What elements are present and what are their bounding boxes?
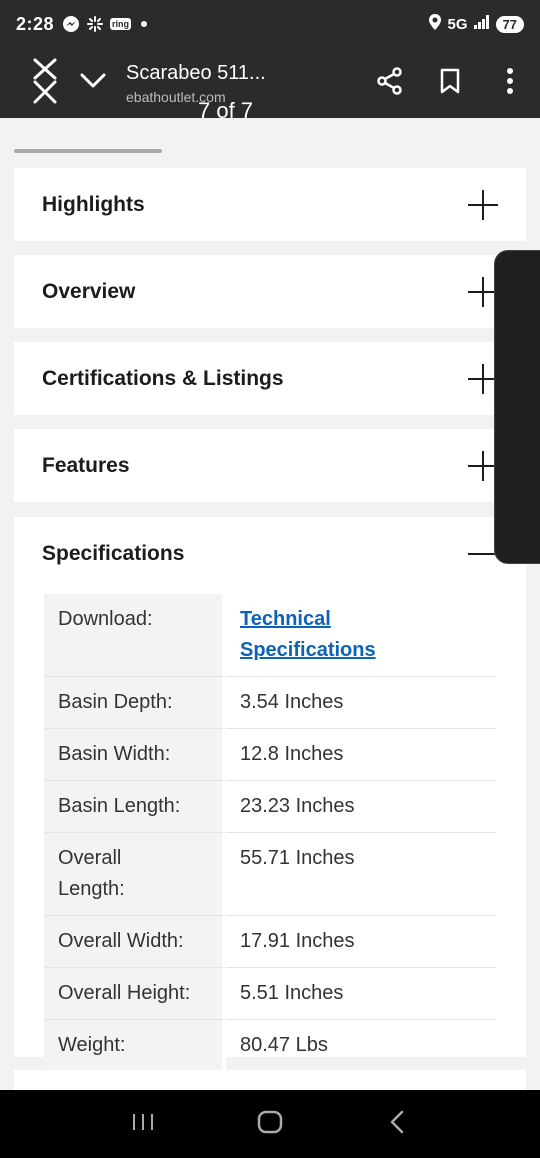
close-icon <box>31 56 59 111</box>
section-header-features[interactable]: Features <box>14 429 526 502</box>
dot-icon <box>141 21 148 27</box>
table-row: Overall Length: 55.71 Inches <box>44 833 496 916</box>
spec-value: 5.51 Inches <box>226 968 496 1020</box>
share-button[interactable] <box>360 48 420 118</box>
section-specifications: Specifications Download: Technical Specif… <box>14 517 526 1072</box>
more-vertical-icon <box>506 67 514 99</box>
status-bar: 2:28 ring 5G 77 <box>0 0 540 48</box>
spec-label: Download: <box>44 594 226 677</box>
section-header-specifications[interactable]: Specifications <box>14 517 526 590</box>
location-icon <box>428 13 442 35</box>
table-row: Basin Depth: 3.54 Inches <box>44 677 496 729</box>
recent-apps-button[interactable] <box>113 1099 173 1149</box>
more-options-button[interactable] <box>480 48 540 118</box>
spec-label: Basin Width: <box>44 729 226 781</box>
close-button[interactable] <box>0 48 90 118</box>
section-highlights: Highlights <box>14 168 526 241</box>
page-title: Scarabeo 511... <box>126 61 266 84</box>
share-icon <box>376 66 404 100</box>
section-header-overview[interactable]: Overview <box>14 255 526 328</box>
system-navigation-bar <box>0 1090 540 1158</box>
spec-label: Overall Width: <box>44 916 226 968</box>
section-title: Specifications <box>42 541 185 565</box>
home-button[interactable] <box>240 1099 300 1149</box>
bookmark-button[interactable] <box>420 48 480 118</box>
specifications-table: Download: Technical Specifications Basin … <box>44 594 496 1072</box>
spec-value: 80.47 Lbs <box>226 1020 496 1072</box>
table-row: Weight: 80.47 Lbs <box>44 1020 496 1072</box>
spec-label: Weight: <box>44 1020 226 1072</box>
home-icon <box>257 1110 283 1139</box>
table-row: Overall Width: 17.91 Inches <box>44 916 496 968</box>
section-title: Highlights <box>42 192 145 216</box>
spec-value: Technical Specifications <box>226 594 496 677</box>
spec-value: 12.8 Inches <box>226 729 496 781</box>
pinwheel-icon <box>86 15 104 33</box>
back-icon <box>389 1110 405 1139</box>
section-title: Certifications & Listings <box>42 366 284 390</box>
spec-value: 17.91 Inches <box>226 916 496 968</box>
signal-icon <box>473 15 490 33</box>
section-certifications: Certifications & Listings <box>14 342 526 415</box>
section-overview: Overview <box>14 255 526 328</box>
table-row: Download: Technical Specifications <box>44 594 496 677</box>
spec-label: Basin Length: <box>44 781 226 833</box>
spec-value: 3.54 Inches <box>226 677 496 729</box>
spec-label: Basin Depth: <box>44 677 226 729</box>
bookmark-icon <box>439 68 461 99</box>
scroll-progress-line <box>14 149 162 153</box>
section-title: Overview <box>42 279 136 303</box>
next-section-partial <box>14 1070 526 1090</box>
ring-app-icon: ring <box>110 18 132 30</box>
page-content: Highlights Overview Certifications & Lis… <box>0 118 540 1090</box>
messenger-icon <box>62 15 80 33</box>
table-row: Basin Length: 23.23 Inches <box>44 781 496 833</box>
back-button[interactable] <box>367 1099 427 1149</box>
spec-value: 55.71 Inches <box>226 833 496 916</box>
section-header-highlights[interactable]: Highlights <box>14 168 526 241</box>
browser-toolbar: Scarabeo 511... ebathoutlet.com 7 of 7 <box>0 48 540 123</box>
page-title-block: Scarabeo 511... ebathoutlet.com 7 of 7 <box>122 61 360 123</box>
edge-panel-handle[interactable] <box>494 250 540 564</box>
status-time: 2:28 <box>16 13 55 34</box>
spec-value: 23.23 Inches <box>226 781 496 833</box>
section-header-certifications[interactable]: Certifications & Listings <box>14 342 526 415</box>
network-type: 5G <box>447 15 468 33</box>
recent-apps-icon <box>131 1112 155 1137</box>
table-row: Overall Height: 5.51 Inches <box>44 968 496 1020</box>
spec-label: Overall Length: <box>44 833 226 916</box>
plus-icon <box>468 189 498 220</box>
spec-label: Overall Height: <box>44 968 226 1020</box>
table-row: Basin Width: 12.8 Inches <box>44 729 496 781</box>
section-title: Features <box>42 453 130 477</box>
section-features: Features <box>14 429 526 502</box>
battery-indicator: 77 <box>495 15 524 33</box>
technical-specifications-link[interactable]: Technical Specifications <box>240 608 376 661</box>
